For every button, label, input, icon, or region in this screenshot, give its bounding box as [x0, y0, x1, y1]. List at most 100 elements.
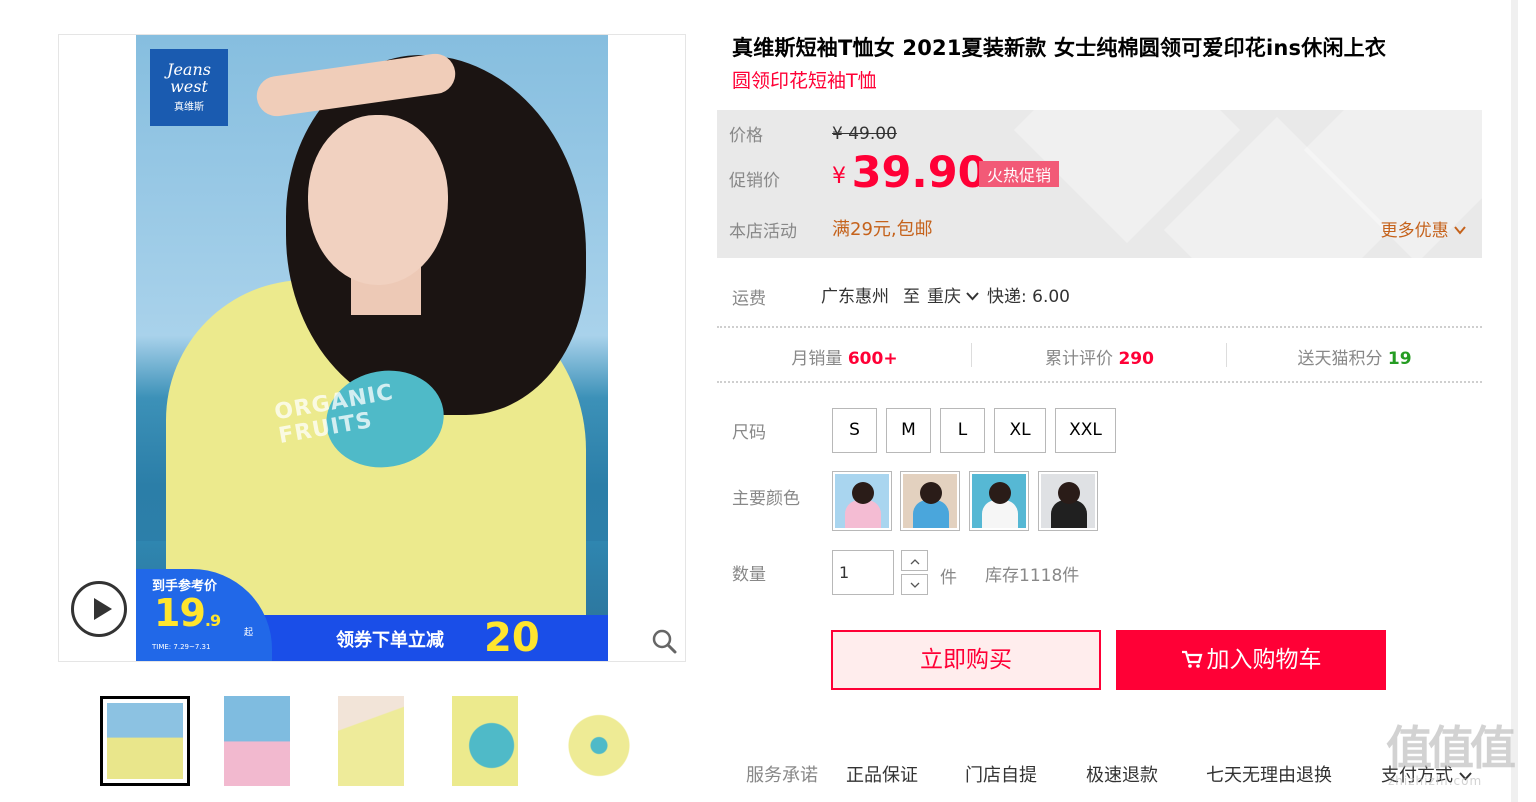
tmall-points-label: 送天猫积分 — [1297, 349, 1383, 369]
quantity-decrease-button[interactable] — [901, 574, 928, 595]
store-activity-label: 本店活动 — [729, 222, 797, 242]
size-label: 尺码 — [732, 423, 766, 443]
thumbnail-4-image — [452, 696, 518, 786]
coupon-text: 领券下单立减 — [336, 630, 444, 651]
tmall-points-value: 19 — [1387, 349, 1412, 369]
thumbnail-strip — [100, 696, 660, 786]
logo-text-2: west — [170, 77, 208, 96]
white-swatch-image — [972, 474, 1026, 528]
promo-price-label: 促销价 — [729, 171, 780, 191]
pink-swatch-image — [835, 474, 889, 528]
more-offers-label: 更多优惠 — [1380, 221, 1449, 241]
thumbnail-1-image — [107, 703, 183, 779]
promo-price-value: 39.90 — [851, 148, 988, 198]
product-title: 真维斯短袖T恤女 2021夏装新款 女士纯棉圆领可爱印花ins休闲上衣 — [732, 36, 1387, 60]
color-option-black[interactable] — [1038, 471, 1098, 531]
logo-text-1: Jeans — [167, 60, 211, 79]
total-reviews-label: 累计评价 — [1045, 349, 1114, 369]
color-option-white[interactable] — [969, 471, 1029, 531]
thumbnail-2[interactable] — [200, 696, 290, 786]
color-option-pink[interactable] — [832, 471, 892, 531]
size-option-m[interactable]: M — [886, 408, 931, 453]
shipping-row: 运费 广东惠州 至 重庆 快递: 6.00 — [717, 270, 1482, 326]
price-label: 价格 — [729, 126, 763, 146]
total-reviews-value: 290 — [1118, 349, 1154, 369]
main-image-frame: ORGANIC FRUITS Jeans west 真维斯 领券下单立减 20 … — [58, 34, 686, 662]
shipping-fee: 快递: 6.00 — [987, 287, 1070, 307]
quantity-label: 数量 — [732, 565, 766, 585]
bubble-time: TIME: 7.29~7.31 — [152, 643, 211, 651]
divider — [717, 381, 1482, 383]
buy-now-button[interactable]: 立即购买 — [831, 630, 1101, 690]
price-panel: 价格 ¥ 49.00 促销价 ¥ 39.90 火热促销 本店活动 满29元,包邮… — [717, 110, 1482, 258]
thumbnail-5[interactable] — [542, 696, 632, 786]
play-video-icon[interactable] — [71, 581, 127, 637]
more-offers-link[interactable]: 更多优惠 — [1381, 216, 1466, 241]
jeanswest-logo: Jeans west 真维斯 — [150, 49, 228, 126]
size-option-l[interactable]: L — [940, 408, 985, 453]
tmall-points: 送天猫积分 19 — [1227, 344, 1482, 369]
swatch-head — [989, 482, 1011, 504]
destination-selector[interactable]: 重庆 — [927, 282, 980, 307]
thumbnail-5-image — [566, 696, 632, 786]
store-activity: 满29元,包邮 — [832, 219, 933, 240]
size-option-xxl[interactable]: XXL — [1055, 408, 1116, 453]
add-to-cart-button[interactable]: 加入购物车 — [1116, 630, 1386, 690]
promo-price: ¥ 39.90 — [832, 148, 988, 198]
swatch-head — [1058, 482, 1080, 504]
product-subtitle: 圆领印花短袖T恤 — [732, 70, 877, 92]
bubble-price: 19.9 — [154, 591, 221, 635]
thumbnail-3[interactable] — [314, 696, 404, 786]
currency-symbol: ¥ — [832, 164, 846, 189]
color-option-blue[interactable] — [900, 471, 960, 531]
thumbnail-2-image — [224, 696, 290, 786]
monthly-sales-value: 600+ — [847, 349, 898, 369]
total-reviews[interactable]: 累计评价 290 — [972, 344, 1227, 369]
service-authentic[interactable]: 正品保证 — [846, 761, 918, 787]
model-face — [308, 115, 448, 285]
add-to-cart-label: 加入购物车 — [1206, 647, 1322, 673]
stats-row: 月销量 600+ 累计评价 290 送天猫积分 19 — [717, 330, 1482, 380]
service-fast-refund[interactable]: 极速退款 — [1086, 761, 1158, 787]
swatch-shirt — [982, 500, 1018, 528]
swatch-shirt — [1051, 500, 1087, 528]
hot-promo-badge: 火热促销 — [979, 161, 1060, 187]
service-store-pickup[interactable]: 门店自提 — [965, 761, 1037, 787]
page-scrollbar[interactable] — [1511, 0, 1518, 802]
swatch-head — [852, 482, 874, 504]
swatch-shirt — [845, 500, 881, 528]
site-watermark: 值值值 zhizhizhi.com — [1386, 722, 1532, 798]
main-product-image[interactable]: ORGANIC FRUITS Jeans west 真维斯 领券下单立减 20 … — [136, 35, 608, 661]
chevron-down-icon — [966, 292, 980, 301]
bubble-price-dec: .9 — [204, 611, 221, 630]
zoom-search-icon[interactable] — [651, 628, 677, 654]
service-label: 服务承诺 — [746, 765, 818, 786]
monthly-sales: 月销量 600+ — [717, 344, 972, 369]
ship-to-separator: 至 — [903, 287, 920, 307]
quantity-increase-button[interactable] — [901, 550, 928, 571]
destination-label: 重庆 — [927, 287, 961, 307]
shopping-cart-icon — [1181, 650, 1202, 668]
chevron-down-icon — [1454, 226, 1466, 235]
watermark-url: zhizhizhi.com — [1388, 774, 1483, 788]
stock-count: 库存1118件 — [985, 566, 1080, 586]
blue-swatch-image — [903, 474, 957, 528]
size-option-s[interactable]: S — [832, 408, 877, 453]
thumbnail-3-image — [338, 696, 404, 786]
chevron-up-icon — [910, 559, 919, 565]
thumbnail-1[interactable] — [100, 696, 190, 786]
bubble-price-int: 19 — [154, 591, 206, 635]
black-swatch-image — [1041, 474, 1095, 528]
swatch-shirt — [913, 500, 949, 528]
original-price: ¥ 49.00 — [832, 124, 897, 144]
size-option-xl[interactable]: XL — [994, 408, 1046, 453]
quantity-input[interactable] — [832, 550, 894, 595]
service-7-day-return[interactable]: 七天无理由退换 — [1206, 761, 1332, 787]
watermark-logo-text: 值值值 — [1386, 721, 1516, 775]
shipping-label: 运费 — [732, 289, 766, 309]
color-label: 主要颜色 — [732, 489, 800, 509]
thumbnail-4[interactable] — [428, 696, 518, 786]
quantity-unit: 件 — [940, 568, 957, 588]
chevron-down-icon — [910, 582, 919, 588]
coupon-amount: 20 — [484, 615, 540, 661]
